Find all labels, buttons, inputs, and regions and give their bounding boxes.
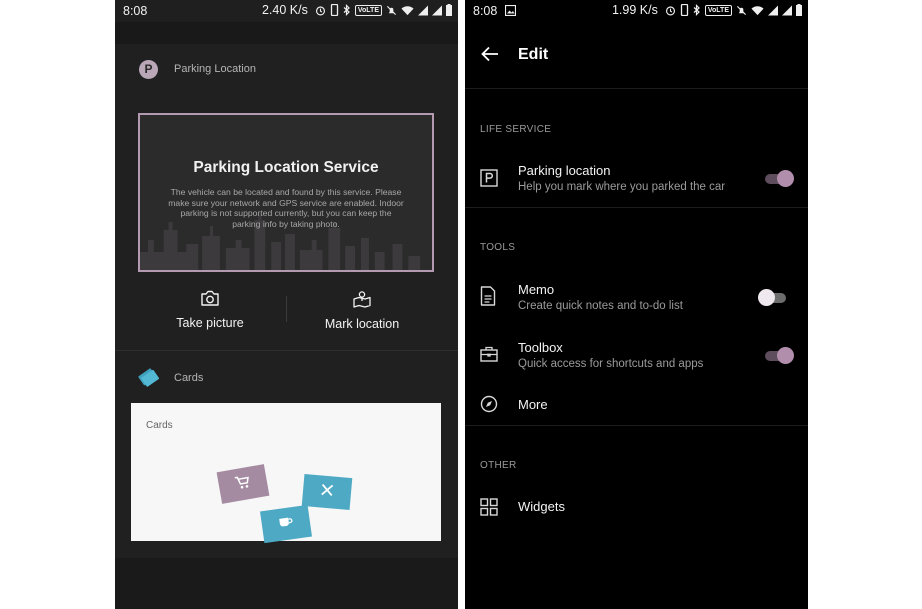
fork-knife-icon [319, 482, 335, 502]
back-arrow-icon[interactable] [480, 44, 500, 69]
mute-icon [736, 5, 747, 16]
parking-location-toggle[interactable] [765, 167, 794, 189]
battery-icon [446, 4, 452, 16]
toolbox-subtitle: Quick access for shortcuts and apps [518, 358, 704, 370]
compass-icon [480, 395, 498, 418]
coffee-card [260, 504, 312, 544]
cart-icon [233, 473, 252, 494]
parking-section-title: Parking Location [174, 63, 256, 75]
toolbox-title: Toolbox [518, 340, 563, 355]
bluetooth-icon [693, 4, 701, 16]
signal-icon [432, 5, 442, 16]
parking-location-row[interactable]: Parking location Help you mark where you… [465, 160, 808, 200]
page-title: Edit [518, 46, 549, 63]
widgets-title: Widgets [518, 499, 565, 514]
section-divider [465, 207, 808, 208]
section-divider [115, 350, 458, 351]
cards-section-title: Cards [174, 372, 204, 384]
action-divider [286, 296, 287, 322]
header-divider [465, 88, 808, 89]
bottom-area [115, 558, 458, 609]
section-other: OTHER [480, 460, 517, 471]
grid-icon [480, 498, 498, 521]
left-phone-screen: 8:08 2.40 K/s VoLTE P Parking Location P… [115, 0, 458, 609]
widgets-row[interactable]: Widgets [465, 494, 808, 522]
toolbox-row[interactable]: Toolbox Quick access for shortcuts and a… [465, 336, 808, 376]
volte-badge: VoLTE [354, 4, 382, 16]
toolbox-toggle[interactable] [765, 344, 794, 366]
mark-location-label: Mark location [324, 317, 400, 331]
memo-row[interactable]: Memo Create quick notes and to-do list [465, 278, 808, 318]
top-band [115, 22, 458, 44]
section-tools: TOOLS [480, 242, 516, 253]
memo-title: Memo [518, 282, 555, 297]
network-speed: 2.40 K/s [261, 3, 308, 17]
image-notification-icon [505, 5, 516, 16]
wifi-icon [401, 5, 414, 16]
more-title: More [518, 397, 548, 412]
section-life-service: LIFE SERVICE [480, 124, 552, 135]
bluetooth-icon [343, 4, 351, 16]
parking-card-description: The vehicle can be located and found by … [168, 187, 404, 229]
mark-location-button[interactable]: Mark location [320, 290, 404, 331]
section-divider [465, 425, 808, 426]
signal-icon [782, 5, 792, 16]
parking-location-title: Parking location [518, 163, 611, 178]
memo-toggle[interactable] [758, 286, 788, 308]
volte-badge: VoLTE [704, 4, 732, 16]
alarm-icon [315, 5, 326, 16]
signal-icon [768, 5, 778, 16]
parking-icon [480, 169, 498, 192]
parking-service-card: Parking Location Service The vehicle can… [138, 113, 434, 272]
memo-subtitle: Create quick notes and to-do list [518, 300, 683, 312]
camera-icon [170, 290, 250, 310]
food-card [301, 473, 353, 511]
status-bar: 8:08 2.40 K/s VoLTE [115, 0, 458, 22]
vibrate-icon [330, 4, 339, 16]
vibrate-icon [680, 4, 689, 16]
mute-icon [386, 5, 397, 16]
cards-icon [137, 366, 161, 393]
toolbox-icon [480, 346, 498, 367]
alarm-icon [665, 5, 676, 16]
battery-icon [796, 4, 802, 16]
take-picture-button[interactable]: Take picture [170, 290, 250, 330]
status-time: 8:08 [473, 4, 498, 18]
network-speed: 1.99 K/s [611, 3, 658, 17]
cards-panel-title: Cards [146, 420, 173, 431]
parking-badge-icon: P [139, 60, 158, 79]
parking-location-subtitle: Help you mark where you parked the car [518, 181, 726, 193]
more-row[interactable]: More [465, 392, 808, 420]
document-icon [480, 286, 496, 311]
coffee-cup-icon [277, 513, 295, 534]
map-pin-icon [320, 290, 404, 311]
right-phone-screen: 8:08 1.99 K/s VoLTE Edit LIFE SERVICE Pa… [465, 0, 808, 609]
wifi-icon [751, 5, 764, 16]
signal-icon [418, 5, 428, 16]
take-picture-label: Take picture [176, 316, 244, 330]
status-time: 8:08 [123, 4, 148, 18]
parking-card-title: Parking Location Service [193, 159, 379, 176]
status-bar: 8:08 1.99 K/s VoLTE [465, 0, 808, 22]
